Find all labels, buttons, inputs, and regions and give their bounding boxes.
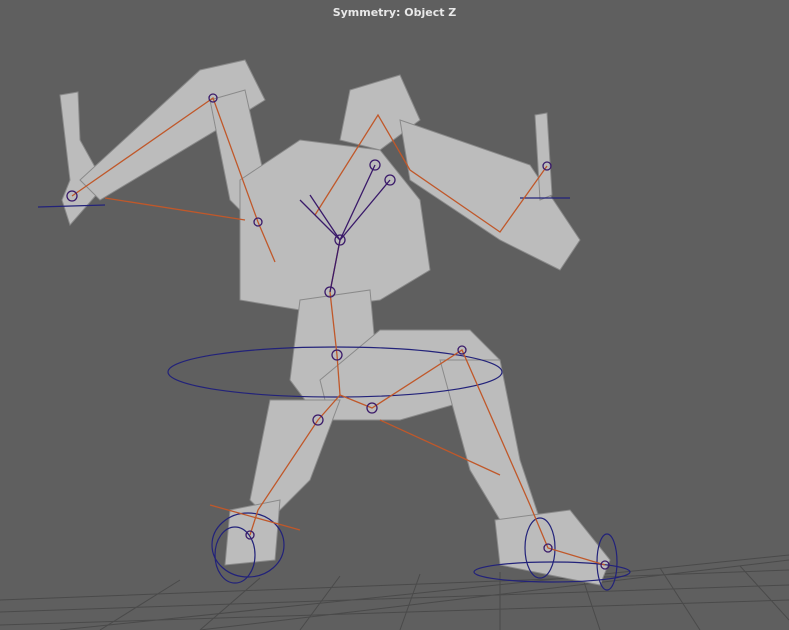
symmetry-status-label: Symmetry: Object Z	[332, 6, 457, 19]
3d-viewport[interactable]: Symmetry: Object Z	[0, 0, 789, 630]
robot-mesh	[59, 59, 611, 586]
scene	[0, 59, 789, 630]
ground-grid	[0, 554, 789, 630]
